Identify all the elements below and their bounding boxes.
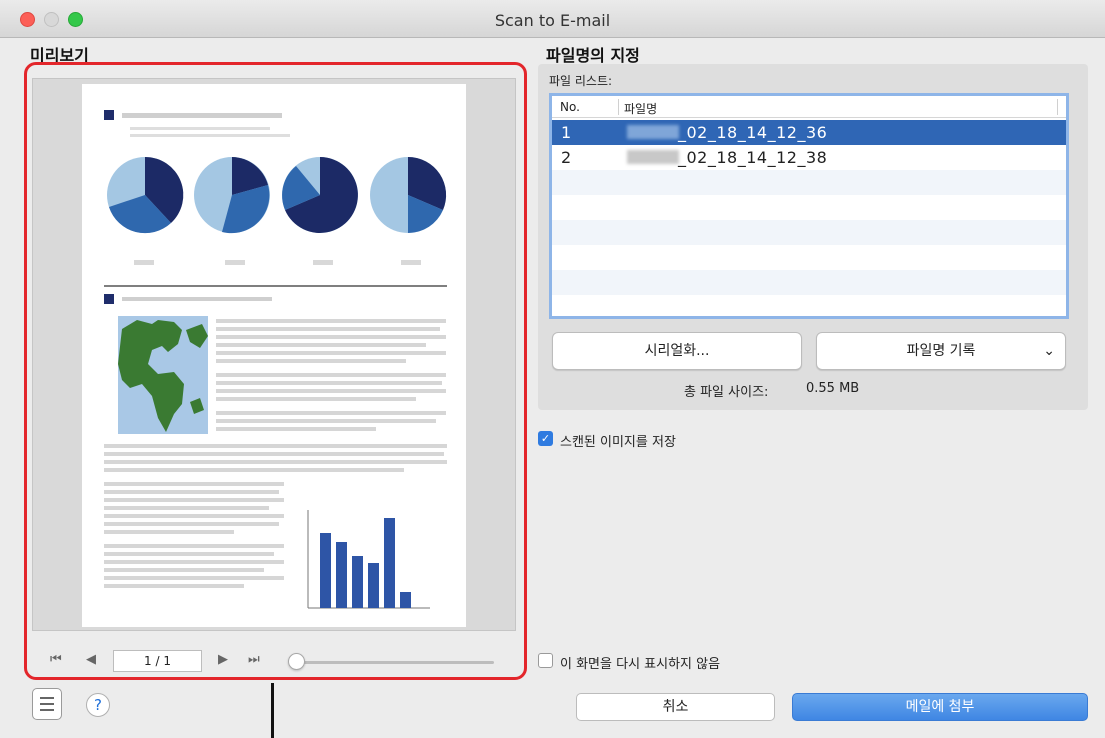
column-header-filename[interactable]: 파일명	[624, 100, 657, 117]
file-list-empty-row	[552, 170, 1066, 195]
file-list-row[interactable]: 2 _02_18_14_12_38	[552, 145, 1066, 170]
window-title: Scan to E-mail	[494, 11, 611, 30]
file-list-empty-row	[552, 295, 1066, 316]
next-page-button[interactable]: ▶	[218, 652, 228, 667]
help-icon[interactable]: ?	[86, 693, 110, 717]
thumbnail-list-icon[interactable]	[32, 688, 62, 720]
file-list-label: 파일 리스트:	[549, 74, 613, 88]
filename-record-label: 파일명 기록	[906, 343, 976, 359]
row-number: 2	[561, 148, 572, 167]
dont-show-again-label: 이 화면을 다시 표시하지 않음	[560, 657, 721, 672]
attach-to-email-button[interactable]: 메일에 첨부	[792, 693, 1088, 721]
column-header-no[interactable]: No.	[560, 100, 580, 114]
scanned-document-image	[104, 110, 447, 609]
file-list-empty-row	[552, 220, 1066, 245]
file-list-empty-row	[552, 195, 1066, 220]
file-list-header: No. 파일명	[552, 96, 1066, 118]
redacted-filename-prefix	[627, 125, 679, 139]
zoom-slider-thumb[interactable]	[288, 653, 305, 670]
preview-page-thumbnail	[82, 84, 466, 627]
filename-section-label: 파일명의 지정	[546, 46, 640, 65]
first-page-button[interactable]: ⏮	[50, 652, 62, 667]
file-list-empty-row	[552, 245, 1066, 270]
cancel-button[interactable]: 취소	[576, 693, 775, 721]
save-scanned-image-label: 스캔된 이미지를 저장	[560, 435, 676, 450]
row-filename: _02_18_14_12_36	[678, 123, 828, 142]
file-list[interactable]: No. 파일명 1 _02_18_14_12_36 2 _02_18_14_12…	[549, 93, 1069, 319]
scan-to-email-window: Scan to E-mail 미리보기 ⏮ ◀ 1 / 1 ▶ ⏭ ? 파일명의…	[0, 0, 1105, 738]
serialize-button[interactable]: 시리얼화...	[552, 332, 802, 370]
row-filename: _02_18_14_12_38	[678, 148, 828, 167]
dont-show-again-checkbox[interactable]	[538, 653, 553, 668]
callout-pointer-line	[271, 683, 274, 738]
zoom-slider-track[interactable]	[296, 661, 494, 664]
title-bar: Scan to E-mail	[0, 0, 1105, 38]
row-number: 1	[561, 123, 572, 142]
total-size-value: 0.55 MB	[806, 381, 860, 396]
chevron-down-icon: ⌄	[1043, 343, 1055, 359]
previous-page-button[interactable]: ◀	[86, 652, 96, 667]
save-scanned-image-checkbox[interactable]: ✓	[538, 431, 553, 446]
page-indicator[interactable]: 1 / 1	[113, 650, 202, 672]
filename-record-select[interactable]: 파일명 기록 ⌄	[816, 332, 1066, 370]
last-page-button[interactable]: ⏭	[248, 652, 260, 667]
total-size-label: 총 파일 사이즈:	[684, 385, 769, 400]
file-list-row[interactable]: 1 _02_18_14_12_36	[552, 120, 1066, 145]
file-list-empty-row	[552, 270, 1066, 295]
redacted-filename-prefix	[627, 150, 679, 164]
